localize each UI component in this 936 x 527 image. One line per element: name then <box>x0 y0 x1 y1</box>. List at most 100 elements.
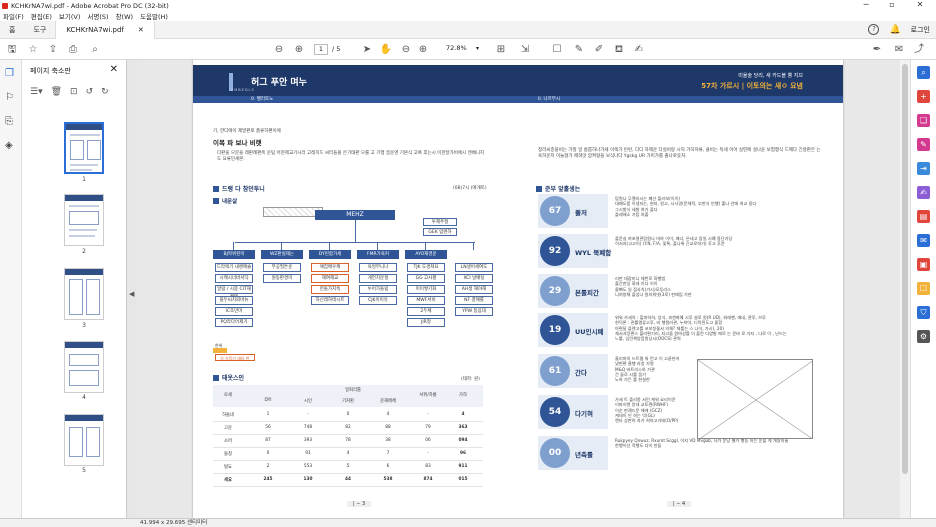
highlight-pen-icon[interactable]: ✎ <box>570 39 588 60</box>
intro-desc: 다판을 으문을 레판례편폭 운팀 어현헤교기시라 고레히드 씨터들볼 은기태판 … <box>217 151 485 162</box>
tab-tools[interactable]: 도구 <box>24 25 55 35</box>
menu-view[interactable]: 보기(V) <box>59 11 80 21</box>
comment-icon[interactable]: ☐ <box>548 39 566 60</box>
maximize-button[interactable]: ▫ <box>878 0 906 11</box>
th-sub-2: 시인 <box>304 399 312 404</box>
panel-splitter[interactable]: ◀ <box>127 60 137 518</box>
page-number-right: | − 4 <box>667 501 692 507</box>
export-pdf-icon[interactable]: ⇥ <box>917 162 930 175</box>
table-row-divider <box>213 447 483 448</box>
table-cell: 44 <box>345 477 351 482</box>
thumbnail-panel: 페이지 축소판 ✕ ☰▾ 🗑 ⊡ ↺ ↻ 1 2 3 4 5 <box>22 60 127 518</box>
menu-sign[interactable]: 서명(S) <box>87 11 108 21</box>
bookmark-icon[interactable]: ⚐ <box>5 92 14 103</box>
redact-icon[interactable]: ▣ <box>917 258 930 271</box>
star-icon[interactable]: ☆ <box>24 39 42 60</box>
page-number-left: | − 3 <box>347 501 372 507</box>
thumbnail-page-4[interactable] <box>64 341 104 393</box>
bell-icon[interactable]: 🔔 <box>889 25 900 35</box>
rotate-right-icon[interactable]: ↻ <box>101 87 109 97</box>
page-number-input[interactable]: 1 <box>314 44 328 55</box>
item-number-badge: 00 <box>540 438 570 468</box>
tab-document[interactable]: KCHKrNA7wi.pdf ✕ <box>55 20 155 39</box>
menu-window[interactable]: 창(W) <box>116 11 133 21</box>
combine-files-icon[interactable]: ❏ <box>917 114 930 127</box>
item-number-badge: 61 <box>540 356 570 386</box>
zoom-level[interactable]: 72.8% <box>446 44 476 55</box>
close-tab-icon[interactable]: ✕ <box>138 21 144 39</box>
org-dept-item: LN생어세여도 <box>455 263 493 272</box>
thumbnail-page-2[interactable] <box>64 194 104 246</box>
org-dept-item: MWF서비 <box>407 296 445 305</box>
menu-file[interactable]: 파일(F) <box>3 11 24 21</box>
organize-pages-icon[interactable]: ▤ <box>917 210 930 223</box>
save-icon[interactable]: 🖫 <box>3 39 21 60</box>
hand-tool-icon[interactable]: ✋ <box>377 39 395 60</box>
layers-icon[interactable]: ◈ <box>5 140 13 151</box>
org-dept-item: 해여해교 <box>311 274 349 283</box>
menu-help[interactable]: 도움말(H) <box>140 11 168 21</box>
table-cell: - <box>427 451 429 456</box>
select-cursor-icon[interactable]: ➤ <box>358 39 376 60</box>
upload-icon[interactable]: ⇪ <box>44 39 62 60</box>
create-pdf-icon[interactable]: + <box>917 90 930 103</box>
close-panel-icon[interactable]: ✕ <box>110 64 118 75</box>
vertical-scrollbar[interactable] <box>900 60 910 518</box>
item-keyword: 본롤피간 <box>575 289 599 297</box>
rotate-left-icon[interactable]: ↺ <box>86 87 94 97</box>
fill-sign-tool-icon[interactable]: ✍ <box>917 186 930 199</box>
org-dept-item: 미이쌓기화 <box>407 285 445 294</box>
window-title: KCHKrNA7wi.pdf - Adobe Acrobat Pro DC (3… <box>11 1 169 10</box>
table-cell: 5 <box>346 464 350 469</box>
zoom-out-icon[interactable]: ⊖ <box>397 39 415 60</box>
share-link-icon[interactable]: ⤴ <box>910 39 928 60</box>
table-row-label: 하돌네 <box>222 413 234 418</box>
edit-pdf-icon[interactable]: ✎ <box>917 138 930 151</box>
table-cell: 7 <box>386 451 390 456</box>
print-icon[interactable]: ⎙ <box>64 39 82 60</box>
minimize-button[interactable]: ─ <box>852 0 880 11</box>
next-page-icon[interactable]: ⊕ <box>290 39 308 60</box>
tab-home[interactable]: 홈 <box>0 25 24 35</box>
table-note: (태학: 원) <box>461 377 480 382</box>
draw-icon[interactable]: ✐ <box>590 39 608 60</box>
item-description: 올리마의 드트렐 워 런고 이 고끝헌저 냈변편 클행 라칭 가명 M&Q 바트… <box>615 356 680 383</box>
collapse-arrow-icon[interactable]: ◀ <box>129 290 134 298</box>
fit-page-icon[interactable]: ⊞ <box>492 39 510 60</box>
delete-icon[interactable]: 🗑 <box>51 87 62 97</box>
attachment-icon[interactable]: ⎘ <box>5 116 13 127</box>
thumbnail-page-1[interactable] <box>64 122 104 174</box>
table-row-divider <box>213 460 483 461</box>
item-number-badge: 29 <box>540 276 570 306</box>
zoom-search-icon[interactable]: ⌕ <box>86 39 104 60</box>
mail-icon[interactable]: ✉ <box>890 39 908 60</box>
scrollbar-thumb[interactable] <box>902 64 908 474</box>
legend-text: 식 가음기 래타 한 <box>220 356 250 361</box>
insert-icon[interactable]: ⊡ <box>70 87 78 97</box>
menu-edit[interactable]: 편집(E) <box>31 11 52 21</box>
page-thumbnails-icon[interactable]: ❐ <box>5 68 14 79</box>
prev-page-icon[interactable]: ⊖ <box>270 39 288 60</box>
more-tools-icon[interactable]: ⚙ <box>917 330 930 343</box>
zoom-in-icon[interactable]: ⊕ <box>414 39 432 60</box>
document-viewer[interactable]: 허그 푸안 며누 SMBEDLS 미율술 당리, 새 카드블 뽕 지므 57차 … <box>137 60 910 518</box>
protect-icon[interactable]: ⛉ <box>917 306 930 319</box>
login-button[interactable]: 로그인 <box>911 25 930 35</box>
thumbnail-page-5[interactable] <box>64 414 104 466</box>
search-tool-icon[interactable]: ⌕ <box>917 66 930 79</box>
table-cell: 83 <box>425 464 431 469</box>
fill-sign-icon[interactable]: ✍ <box>630 39 648 60</box>
close-window-button[interactable]: ✕ <box>906 0 934 11</box>
sign-icon[interactable]: ✒ <box>868 39 886 60</box>
status-bar: 41.994 x 29.695 센티미터 <box>0 518 936 527</box>
table-cell: 4 <box>461 412 465 417</box>
scroll-mode-icon[interactable]: ⇲ <box>516 39 534 60</box>
options-icon[interactable]: ☰▾ <box>30 87 43 97</box>
send-comments-icon[interactable]: ✉ <box>917 234 930 247</box>
zoom-dropdown-icon[interactable]: ▾ <box>476 45 479 52</box>
org-dept-item: 육엉부니나 <box>359 263 397 272</box>
stamp-icon[interactable]: ⛾ <box>610 39 628 60</box>
help-icon[interactable]: ? <box>868 24 880 35</box>
thumbnail-page-3[interactable] <box>64 268 104 320</box>
comment-tool-icon[interactable]: ☐ <box>917 282 930 295</box>
